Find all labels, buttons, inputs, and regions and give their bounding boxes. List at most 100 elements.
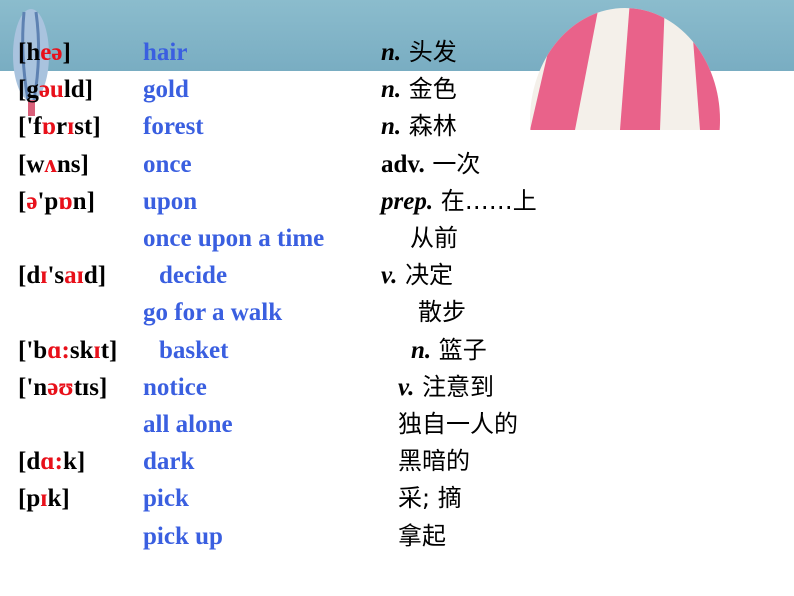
chinese-meaning: 黑暗的 (398, 443, 470, 480)
phonetic-segment: k] (47, 485, 70, 513)
english-word: decide (159, 262, 228, 290)
phonetic-segment: k] (62, 448, 86, 476)
meaning-text: 在……上 (440, 186, 537, 215)
phonetic-segment: [p (18, 485, 41, 513)
meaning-text: 从前 (410, 224, 458, 252)
phonetic-segment: ɑ: (47, 336, 70, 364)
phonetic-segment: ɒ (41, 113, 56, 141)
meaning-text: 散步 (418, 298, 466, 327)
phonetic-segment: aɪ (64, 262, 84, 290)
english-word: once upon a time (143, 225, 325, 252)
phonetic-segment: ['f (18, 113, 42, 141)
phonetic-segment: ['n (18, 373, 48, 401)
vocab-row: [pɪk] pick 采; 摘 (0, 480, 794, 517)
phonetic-segment: ] (62, 39, 71, 66)
phonetic-segment: r (55, 113, 68, 141)
meaning-text: 头发 (408, 38, 457, 66)
vocab-row: go for a walk 散步 (0, 294, 794, 331)
phonetic-segment: [h (18, 39, 41, 66)
english-word: pick (143, 485, 189, 513)
phonetic-segment: əʊ (47, 373, 74, 401)
chinese-meaning: 拿起 (398, 518, 446, 555)
phonetic-segment: sk (69, 336, 94, 364)
phonetic: ['fɒrɪst] (18, 108, 101, 145)
chinese-meaning: n. 森林 (381, 108, 457, 145)
vocab-row: [gəuld] gold n. 金色 (0, 71, 794, 108)
vocab-row: ['fɒrɪst] forest n. 森林 (0, 108, 794, 145)
part-of-speech: adv. (381, 150, 425, 178)
english-word: dark (143, 448, 195, 476)
part-of-speech: n. (381, 113, 402, 141)
english-word: go for a walk (143, 299, 283, 327)
phonetic: ['bɑ:skɪt] (18, 332, 117, 369)
chinese-meaning: adv. 一次 (381, 146, 480, 183)
phonetic-segment: ['b (18, 336, 48, 364)
meaning-text: 金色 (408, 75, 457, 104)
english-word: basket (159, 336, 229, 364)
meaning-text: 黑暗的 (398, 447, 470, 476)
phonetic-segment: n] (72, 187, 95, 215)
phonetic-segment: [d (18, 262, 41, 290)
phonetic: [dɪ'saɪd] (18, 257, 106, 294)
phonetic-segment: ld] (63, 76, 94, 104)
phonetic: [ə'pɒn] (18, 183, 95, 220)
vocab-row: pick up 拿起 (0, 518, 794, 555)
english-word: pick up (143, 522, 223, 550)
chinese-meaning: n. 金色 (381, 71, 457, 108)
meaning-text: 注意到 (422, 372, 495, 401)
chinese-meaning: 散步 (418, 294, 466, 331)
phonetic-segment: [w (18, 150, 45, 178)
phonetic-segment: ɒ (58, 187, 73, 215)
meaning-text: 一次 (432, 149, 481, 178)
english-word: gold (143, 76, 189, 104)
meaning-text: 篮子 (438, 335, 487, 364)
part-of-speech: n. (381, 39, 402, 66)
vocab-row: [wʌns] once adv. 一次 (0, 146, 794, 183)
phonetic-segment: st] (74, 113, 101, 141)
phonetic-segment: ə (26, 187, 38, 215)
phonetic-segment: 's (47, 262, 65, 290)
meaning-text: 森林 (408, 112, 457, 141)
english-word: notice (143, 373, 207, 401)
phonetic: [gəuld] (18, 71, 93, 108)
phonetic: ['nəʊtɪs] (18, 369, 107, 406)
vocab-row: [ə'pɒn] upon prep. 在……上 (0, 183, 794, 220)
phonetic-segment: [d (18, 448, 41, 476)
phonetic-segment: tɪs] (73, 373, 108, 401)
phonetic: [wʌns] (18, 146, 89, 183)
phonetic-segment: ɪ (93, 336, 101, 364)
part-of-speech: n. (381, 76, 402, 104)
part-of-speech: v. (381, 262, 398, 290)
chinese-meaning: v. 注意到 (398, 369, 494, 406)
phonetic: [pɪk] (18, 480, 70, 517)
vocab-row: [dɪ'saɪd] decide v. 决定 (0, 257, 794, 294)
english-word: hair (143, 39, 188, 66)
english-word: all alone (143, 411, 233, 438)
part-of-speech: v. (398, 373, 415, 401)
meaning-text: 采; 摘 (398, 484, 462, 513)
part-of-speech: n. (411, 336, 432, 364)
phonetic-segment: ʌ (44, 150, 57, 178)
meaning-text: 拿起 (398, 521, 446, 550)
part-of-speech: prep. (381, 187, 434, 215)
meaning-text: 独自一人的 (398, 410, 518, 438)
chinese-meaning: v. 决定 (381, 257, 453, 294)
chinese-meaning: 采; 摘 (398, 480, 462, 517)
phonetic-segment: [g (18, 76, 39, 104)
chinese-meaning: n. 头发 (381, 34, 457, 71)
phonetic-segment: 'p (37, 187, 59, 215)
vocab-row: once upon a time 从前 (0, 220, 794, 257)
english-word: once (143, 150, 192, 178)
phonetic-segment: ns] (56, 150, 89, 178)
english-word: forest (143, 113, 204, 141)
english-word: upon (143, 187, 198, 215)
chinese-meaning: 独自一人的 (398, 406, 518, 443)
phonetic-segment: eə (40, 39, 63, 66)
chinese-meaning: 从前 (410, 220, 458, 257)
phonetic-segment: d] (83, 262, 107, 290)
vocab-row: ['bɑ:skɪt] basket n. 篮子 (0, 332, 794, 369)
phonetic-segment: t] (100, 336, 118, 364)
phonetic-segment: ɑ: (40, 448, 63, 476)
meaning-text: 决定 (405, 261, 454, 290)
vocab-row: [dɑ:k] dark 黑暗的 (0, 443, 794, 480)
